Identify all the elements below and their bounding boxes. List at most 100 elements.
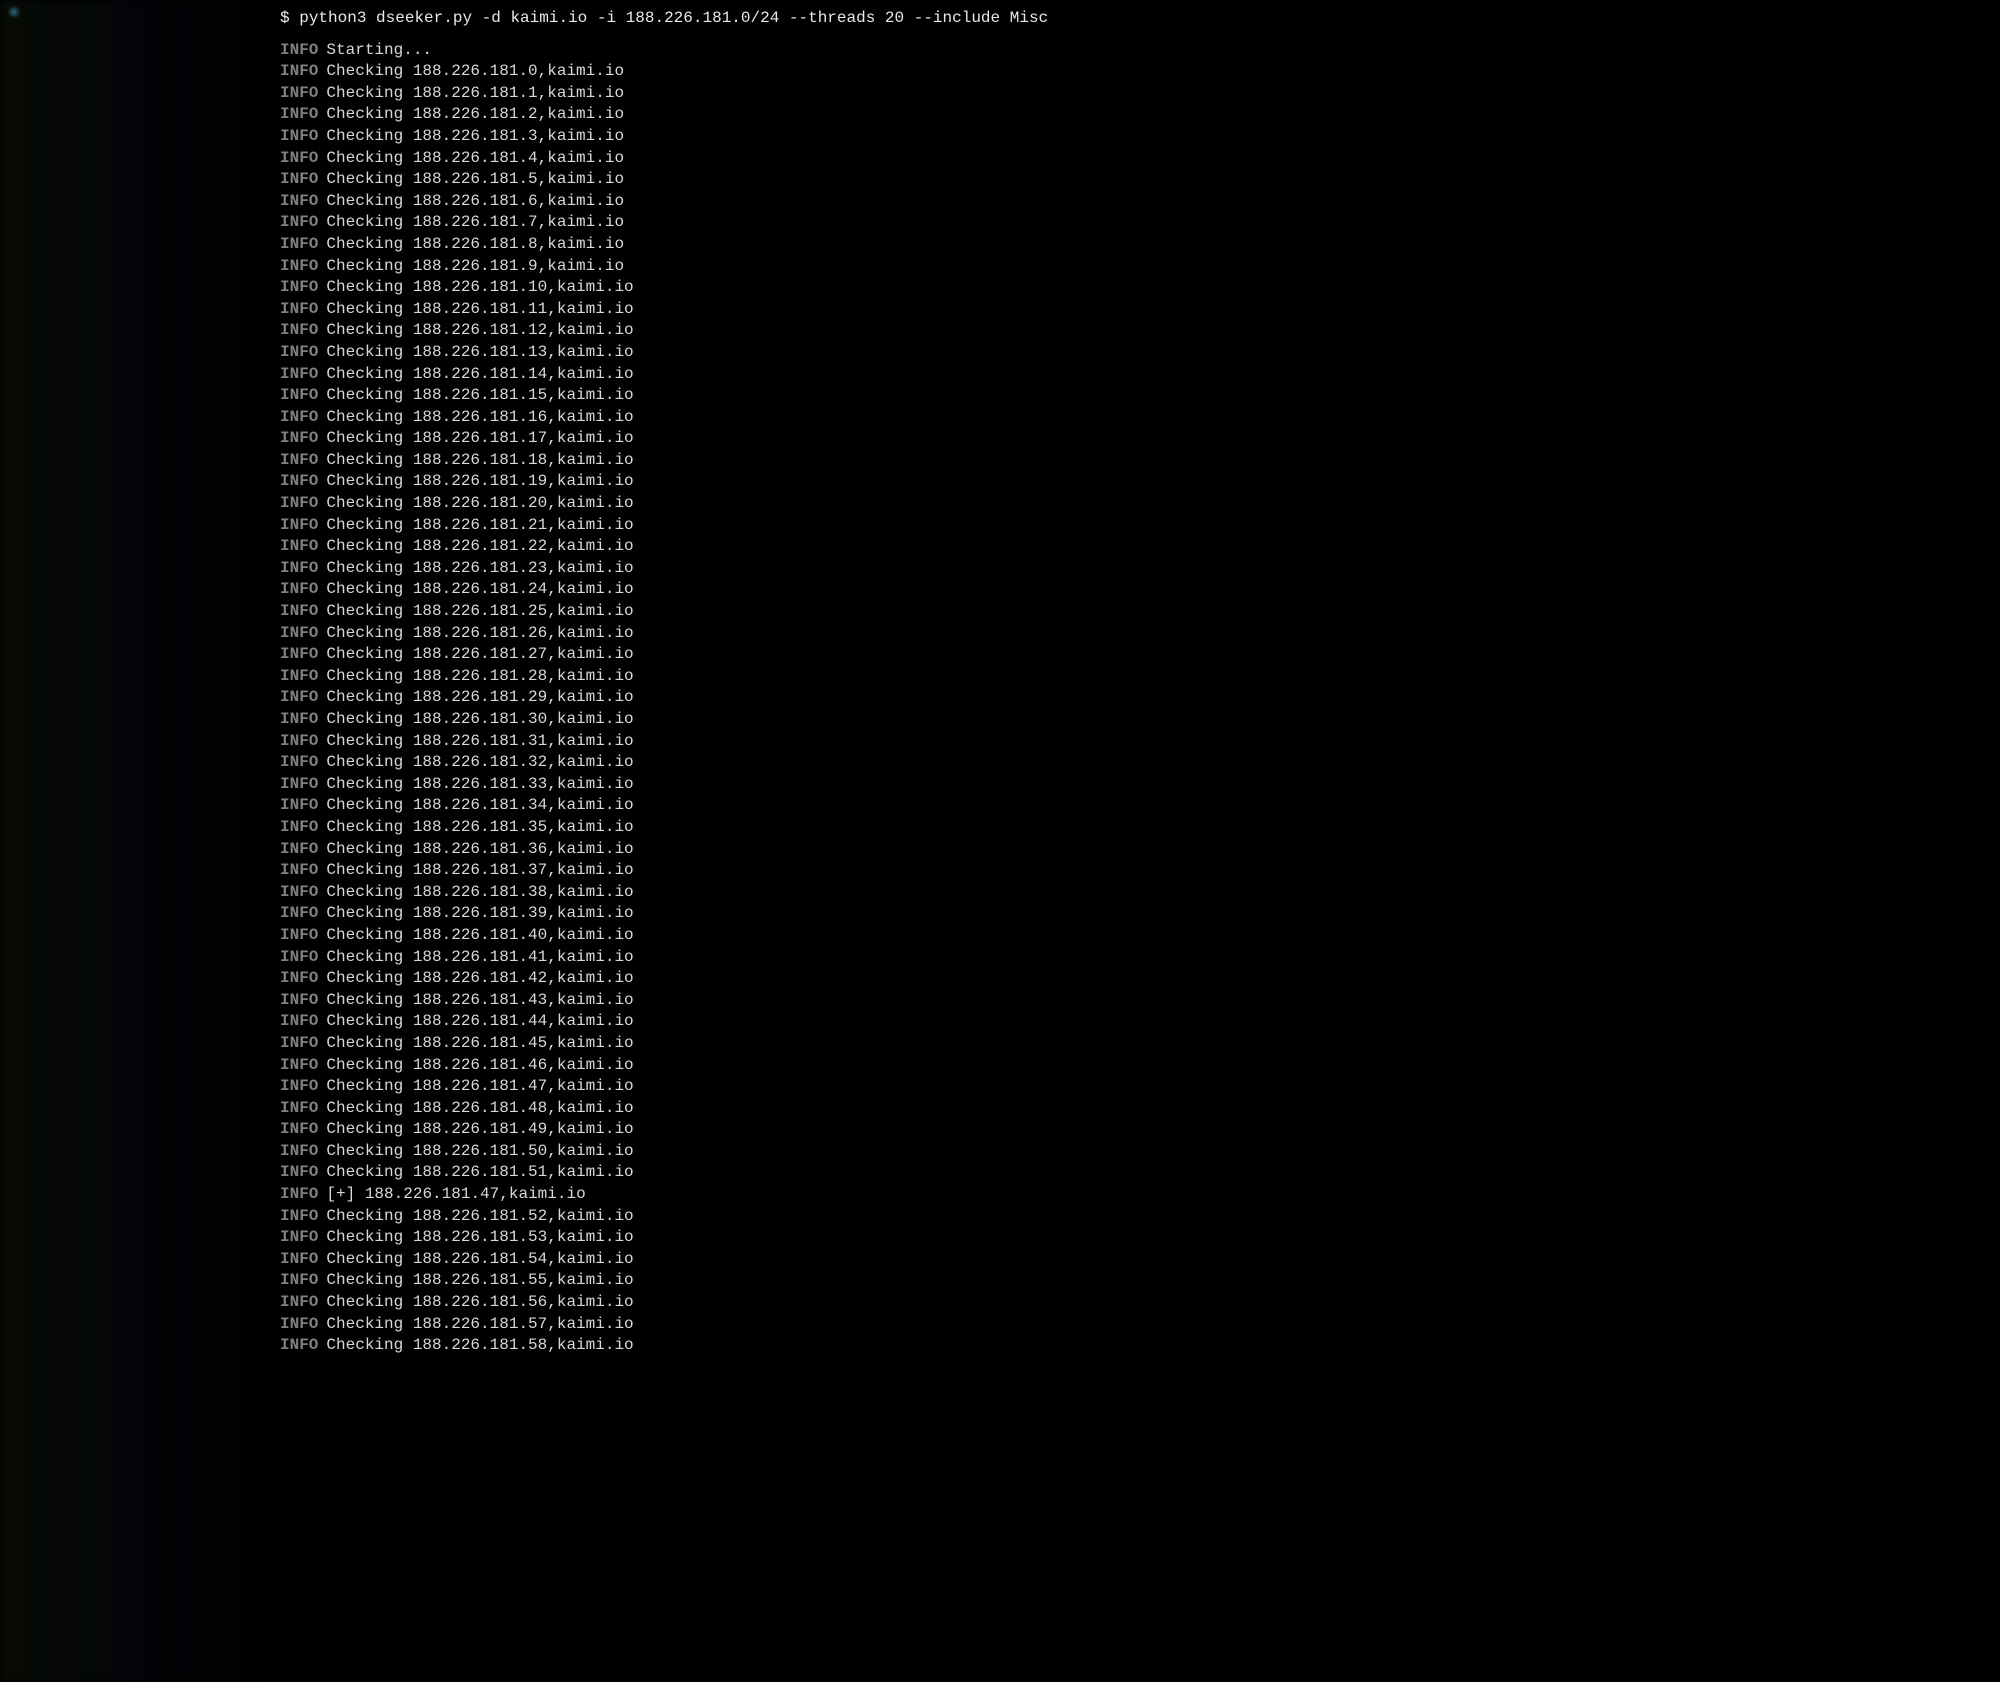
log-line-checking: INFOChecking 188.226.181.40,kaimi.io (280, 925, 2000, 947)
log-level: INFO (280, 579, 318, 601)
log-line-checking: INFOChecking 188.226.181.8,kaimi.io (280, 234, 2000, 256)
log-level: INFO (280, 40, 318, 62)
log-message: Checking 188.226.181.37,kaimi.io (326, 860, 633, 882)
log-message: Checking 188.226.181.1,kaimi.io (326, 83, 624, 105)
log-line-checking: INFOChecking 188.226.181.18,kaimi.io (280, 450, 2000, 472)
log-level: INFO (280, 795, 318, 817)
log-line-checking: INFO Checking 188.226.181.50,kaimi.io (280, 1141, 2000, 1163)
log-message: Checking 188.226.181.50,kaimi.io (326, 1141, 633, 1163)
log-level: INFO (280, 277, 318, 299)
log-message: Checking 188.226.181.45,kaimi.io (326, 1033, 633, 1055)
log-message: Checking 188.226.181.14,kaimi.io (326, 364, 633, 386)
log-message: Checking 188.226.181.3,kaimi.io (326, 126, 624, 148)
command-text: python3 dseeker.py -d kaimi.io -i 188.22… (299, 9, 1048, 27)
log-level: INFO (280, 1141, 318, 1163)
log-level: INFO (280, 1033, 318, 1055)
log-message: Checking 188.226.181.8,kaimi.io (326, 234, 624, 256)
prompt-line: $ python3 dseeker.py -d kaimi.io -i 188.… (280, 8, 2000, 30)
log-line-result: INFO [+] 188.226.181.47,kaimi.io (280, 1184, 2000, 1206)
log-line-checking: INFOChecking 188.226.181.58,kaimi.io (280, 1335, 2000, 1357)
log-message: Checking 188.226.181.41,kaimi.io (326, 947, 633, 969)
active-tab-dot (10, 8, 18, 16)
log-message: Checking 188.226.181.28,kaimi.io (326, 666, 633, 688)
log-line-checking: INFO Checking 188.226.181.11,kaimi.io (280, 299, 2000, 321)
log-line-checking: INFOChecking 188.226.181.37,kaimi.io (280, 860, 2000, 882)
log-message: Checking 188.226.181.11,kaimi.io (326, 299, 633, 321)
log-line-checking: INFOChecking 188.226.181.6,kaimi.io (280, 191, 2000, 213)
log-line-checking: INFOChecking 188.226.181.20,kaimi.io (280, 493, 2000, 515)
log-line-checking: INFOChecking 188.226.181.33,kaimi.io (280, 774, 2000, 796)
log-message: Checking 188.226.181.43,kaimi.io (326, 990, 633, 1012)
terminal-output[interactable]: $ python3 dseeker.py -d kaimi.io -i 188.… (0, 8, 2000, 1357)
log-line-checking: INFOChecking 188.226.181.29,kaimi.io (280, 687, 2000, 709)
log-level: INFO (280, 903, 318, 925)
log-message: Checking 188.226.181.36,kaimi.io (326, 839, 633, 861)
log-line-checking: INFOChecking 188.226.181.2,kaimi.io (280, 104, 2000, 126)
log-line-checking: INFOChecking 188.226.181.3,kaimi.io (280, 126, 2000, 148)
log-level: INFO (280, 752, 318, 774)
log-message: Checking 188.226.181.27,kaimi.io (326, 644, 633, 666)
log-level: INFO (280, 623, 318, 645)
log-level: INFO (280, 299, 318, 321)
log-message: Checking 188.226.181.25,kaimi.io (326, 601, 633, 623)
log-level: INFO (280, 1227, 318, 1249)
log-level: INFO (280, 947, 318, 969)
tab-indicator (10, 8, 18, 16)
log-level: INFO (280, 1184, 318, 1206)
log-line-checking: INFOChecking 188.226.181.35,kaimi.io (280, 817, 2000, 839)
log-message: Checking 188.226.181.0,kaimi.io (326, 61, 624, 83)
log-line-checking: INFO Checking 188.226.181.16,kaimi.io (280, 407, 2000, 429)
log-level: INFO (280, 601, 318, 623)
log-level: INFO (280, 1119, 318, 1141)
log-line-checking: INFOChecking 188.226.181.7,kaimi.io (280, 212, 2000, 234)
log-message: Checking 188.226.181.23,kaimi.io (326, 558, 633, 580)
log-message: Checking 188.226.181.47,kaimi.io (326, 1076, 633, 1098)
log-message: Checking 188.226.181.17,kaimi.io (326, 428, 633, 450)
log-line-checking: INFOChecking 188.226.181.24,kaimi.io (280, 579, 2000, 601)
log-message: Starting... (326, 40, 432, 62)
log-level: INFO (280, 256, 318, 278)
log-level: INFO (280, 104, 318, 126)
log-line-checking: INFO Checking 188.226.181.34,kaimi.io (280, 795, 2000, 817)
log-message: Checking 188.226.181.51,kaimi.io (326, 1162, 633, 1184)
log-level: INFO (280, 320, 318, 342)
log-line-checking: INFOChecking 188.226.181.21,kaimi.io (280, 515, 2000, 537)
log-message: Checking 188.226.181.35,kaimi.io (326, 817, 633, 839)
log-message: Checking 188.226.181.16,kaimi.io (326, 407, 633, 429)
log-level: INFO (280, 493, 318, 515)
result-message: [+] 188.226.181.47,kaimi.io (326, 1184, 585, 1206)
log-level: INFO (280, 687, 318, 709)
log-line-checking: INFOChecking 188.226.181.23,kaimi.io (280, 558, 2000, 580)
log-message: Checking 188.226.181.5,kaimi.io (326, 169, 624, 191)
log-message: Checking 188.226.181.53,kaimi.io (326, 1227, 633, 1249)
log-line-checking: INFO Checking 188.226.181.41,kaimi.io (280, 947, 2000, 969)
log-level: INFO (280, 191, 318, 213)
log-message: Checking 188.226.181.34,kaimi.io (326, 795, 633, 817)
log-message: Checking 188.226.181.52,kaimi.io (326, 1206, 633, 1228)
log-level: INFO (280, 61, 318, 83)
log-level: INFO (280, 342, 318, 364)
log-level: INFO (280, 1098, 318, 1120)
log-level: INFO (280, 839, 318, 861)
log-line-checking: INFO Checking 188.226.181.51,kaimi.io (280, 1162, 2000, 1184)
log-message: Checking 188.226.181.12,kaimi.io (326, 320, 633, 342)
log-level: INFO (280, 1335, 318, 1357)
log-level: INFO (280, 407, 318, 429)
log-line-checking: INFOChecking 188.226.181.57,kaimi.io (280, 1314, 2000, 1336)
log-line-checking: INFOChecking 188.226.181.14,kaimi.io (280, 364, 2000, 386)
log-message: Checking 188.226.181.55,kaimi.io (326, 1270, 633, 1292)
log-line-checking: INFOChecking 188.226.181.1,kaimi.io (280, 83, 2000, 105)
log-line-checking: INFO Checking 188.226.181.45,kaimi.io (280, 1033, 2000, 1055)
log-line-checking: INFO Checking 188.226.181.47,kaimi.io (280, 1076, 2000, 1098)
log-level: INFO (280, 1162, 318, 1184)
log-level: INFO (280, 1076, 318, 1098)
log-line-checking: INFOChecking 188.226.181.31,kaimi.io (280, 731, 2000, 753)
log-line-checking: INFOChecking 188.226.181.44,kaimi.io (280, 1011, 2000, 1033)
log-level: INFO (280, 148, 318, 170)
log-line-checking: INFOChecking 188.226.181.4,kaimi.io (280, 148, 2000, 170)
log-line-checking: INFOChecking 188.226.181.27,kaimi.io (280, 644, 2000, 666)
log-level: INFO (280, 1011, 318, 1033)
log-line-checking: INFOChecking 188.226.181.19,kaimi.io (280, 471, 2000, 493)
log-level: INFO (280, 515, 318, 537)
log-level: INFO (280, 968, 318, 990)
